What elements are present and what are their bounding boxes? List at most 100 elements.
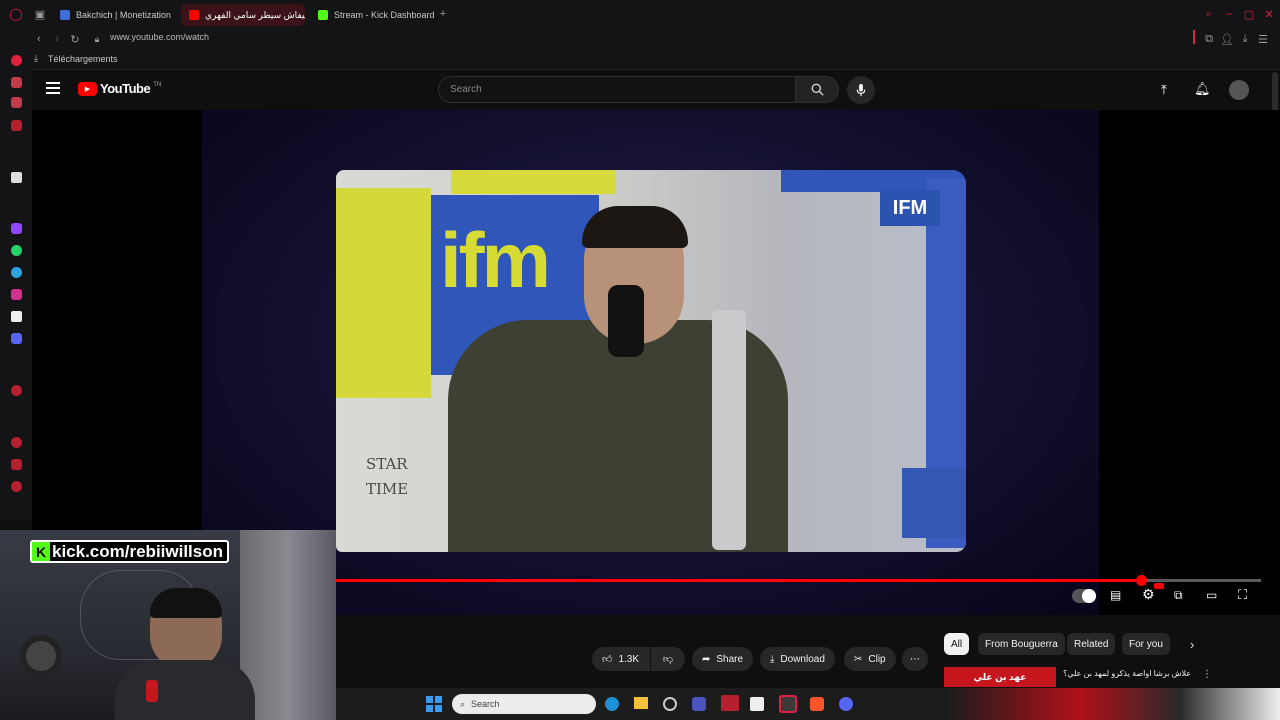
player-icon[interactable]: [11, 97, 22, 108]
dislike-button[interactable]: 👎︎: [651, 647, 685, 671]
whatsapp-icon[interactable]: [11, 245, 22, 256]
clip-button[interactable]: ✂ Clip: [844, 647, 896, 671]
download-icon[interactable]: ⤓: [1238, 32, 1252, 46]
more-actions-button[interactable]: ⋯: [902, 647, 928, 671]
windows-start-icon[interactable]: [426, 696, 442, 712]
opera-menu-icon[interactable]: ◯: [9, 7, 23, 21]
search-icon: [811, 83, 824, 96]
kick-url-banner: K kick.com/rebiiwillson: [30, 540, 230, 563]
new-tab-plus-icon[interactable]: +: [436, 7, 450, 21]
webcam-curtain: [240, 530, 336, 720]
hamburger-menu-icon[interactable]: [46, 82, 60, 94]
news-icon[interactable]: [11, 120, 22, 131]
reload-icon[interactable]: ↻: [68, 32, 82, 46]
brave-icon[interactable]: [810, 697, 824, 711]
bookmark-downloads[interactable]: Téléchargements: [48, 54, 118, 64]
avatar[interactable]: [1229, 80, 1249, 100]
telegram-icon[interactable]: [11, 267, 22, 278]
download-arrow-icon: ⤓: [770, 653, 775, 665]
recorder-icon[interactable]: [721, 695, 739, 711]
snapshot-icon[interactable]: [11, 459, 22, 470]
app-icon[interactable]: [663, 697, 677, 711]
download-label: Download: [780, 653, 825, 665]
chip-label: Related: [1074, 638, 1109, 650]
menu-icon[interactable]: ☰: [1256, 32, 1270, 46]
tiktok-icon[interactable]: [11, 311, 22, 322]
taskbar-search[interactable]: ⌕ Search: [452, 694, 596, 714]
scene-blue-box: [902, 468, 966, 538]
downloads-arrow-icon: ⤓: [34, 53, 38, 63]
twitch-icon[interactable]: [11, 223, 22, 234]
opera-taskbar-icon[interactable]: [779, 695, 797, 713]
fullscreen-icon[interactable]: ⛶: [1238, 587, 1247, 603]
search-button[interactable]: [795, 76, 839, 103]
windows-taskbar: ⌕ Search: [336, 688, 1280, 720]
settings-gear-icon[interactable]: ⚙: [1142, 586, 1155, 603]
aria-icon[interactable]: [11, 55, 22, 66]
scene-person-hair: [582, 206, 688, 248]
arc-icon[interactable]: [11, 172, 22, 183]
miniplayer-icon[interactable]: ⧉: [1174, 588, 1183, 603]
browser-sidebar: [0, 50, 32, 520]
country-code: TN: [153, 81, 162, 88]
recommendation-thumbnail[interactable]: عهد بن علي: [944, 667, 1056, 687]
profile-icon[interactable]: 👤︎: [1220, 32, 1234, 46]
tab-label: Stream - Kick Dashboard: [334, 10, 434, 20]
youtube-favicon-icon: [189, 10, 199, 20]
history-icon[interactable]: [11, 437, 22, 448]
bookmarks-sidebar-icon[interactable]: [11, 77, 22, 88]
upload-icon[interactable]: ⤒: [1161, 82, 1167, 98]
youtube-wordmark: YouTube: [100, 81, 151, 96]
minimize-icon[interactable]: –: [1222, 7, 1236, 21]
autoplay-toggle[interactable]: [1072, 589, 1096, 603]
recommendation-title[interactable]: علاش برشا اواصة يذكرو لمهد بن علي؟: [1061, 669, 1191, 678]
video-scene: ifm IFM STAR TIME: [336, 170, 966, 552]
extensions-icon[interactable]: ⧉: [1202, 32, 1216, 46]
bookmarks-bar: ⤓ Téléchargements: [0, 50, 1280, 70]
discord-icon[interactable]: [11, 333, 22, 344]
tab-youtube-video[interactable]: كيفاش سيطر سامي الفهري: [181, 4, 305, 26]
notifications-bell-icon[interactable]: 🔔︎: [1194, 81, 1211, 97]
chip-for-you[interactable]: For you: [1122, 633, 1170, 655]
scene-mic-stand: [712, 310, 746, 550]
music-icon[interactable]: [11, 385, 22, 396]
share-button[interactable]: ➦ Share: [692, 647, 754, 671]
instagram-icon[interactable]: [11, 289, 22, 300]
url-field[interactable]: www.youtube.com/watch: [110, 32, 209, 42]
chip-label: All: [951, 638, 963, 650]
close-window-icon[interactable]: ✕: [1262, 7, 1276, 21]
chips-next-chevron-icon[interactable]: ›: [1190, 637, 1194, 652]
like-count: 1.3K: [618, 653, 640, 665]
recommendation-more-icon[interactable]: ⋮: [1202, 669, 1212, 680]
back-icon[interactable]: ‹: [32, 32, 46, 46]
like-button[interactable]: 👍︎ 1.3K: [592, 647, 650, 671]
edge-icon[interactable]: [605, 697, 619, 711]
download-button[interactable]: ⤓ Download: [760, 647, 835, 671]
subtitles-icon[interactable]: ▤: [1110, 588, 1121, 602]
tab-bakchich[interactable]: Bakchich | Monetization: [52, 4, 176, 26]
maximize-icon[interactable]: ▢: [1242, 7, 1256, 21]
chip-related[interactable]: Related: [1067, 633, 1116, 655]
studio-logo-text: ifm: [440, 216, 551, 304]
progress-track[interactable]: [336, 575, 1261, 586]
search-tabs-icon[interactable]: ⌕: [1202, 7, 1216, 21]
theater-mode-icon[interactable]: ▭: [1206, 588, 1217, 602]
taskbar-search-label: Search: [471, 699, 500, 709]
forward-icon[interactable]: ›: [50, 32, 64, 46]
voice-search-button[interactable]: [847, 76, 875, 104]
settings-sidebar-icon[interactable]: [11, 481, 22, 492]
capcut-icon[interactable]: [750, 697, 764, 711]
youtube-logo[interactable]: ▶ YouTube TN: [78, 81, 161, 96]
tab-overview-icon[interactable]: ▣: [33, 7, 47, 21]
tab-kick-dashboard[interactable]: Stream - Kick Dashboard: [310, 4, 434, 26]
search-input[interactable]: Search: [438, 76, 796, 103]
bakchich-favicon-icon: [60, 10, 70, 20]
chip-all[interactable]: All: [944, 633, 970, 655]
chip-from-bouguerra[interactable]: From Bouguerra: [978, 633, 1065, 655]
thumbs-up-icon: 👍︎: [602, 654, 613, 665]
file-explorer-icon[interactable]: [634, 697, 648, 709]
teams-icon[interactable]: [692, 697, 706, 711]
hd-badge: [1154, 583, 1164, 589]
discord-taskbar-icon[interactable]: [839, 697, 853, 711]
scrubber-handle[interactable]: [1135, 575, 1147, 586]
